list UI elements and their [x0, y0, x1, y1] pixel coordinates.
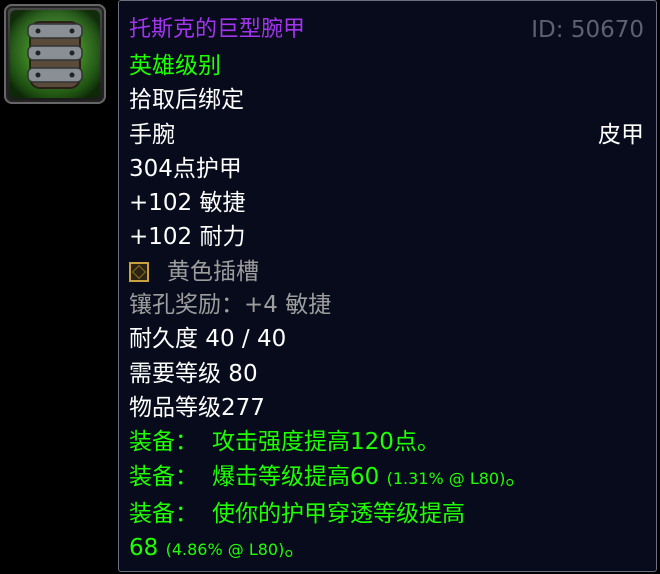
- equip-text: 爆击等级提高60: [212, 464, 380, 490]
- item-level: 物品等级277: [129, 395, 265, 421]
- equip-label: 装备：: [129, 501, 198, 527]
- equip-text: 68: [129, 535, 159, 561]
- item-binding: 拾取后绑定: [129, 87, 244, 113]
- equip-end: 。: [284, 535, 308, 561]
- tooltip-panel: 托斯克的巨型腕甲 ID: 50670 英雄级别 拾取后绑定 手腕 皮甲 304点…: [118, 0, 657, 572]
- equip-end: 。: [505, 464, 529, 490]
- item-name: 托斯克的巨型腕甲: [129, 17, 306, 42]
- armor-type: 皮甲: [598, 122, 644, 148]
- required-level: 需要等级 80: [129, 361, 258, 387]
- item-id: ID: 50670: [531, 17, 644, 43]
- bracer-icon[interactable]: [4, 4, 106, 104]
- durability: 耐久度 40 / 40: [129, 326, 287, 352]
- item-slot: 手腕: [129, 122, 175, 148]
- stat-line: +102 敏捷: [129, 190, 246, 216]
- socket-label: 黄色插槽: [167, 259, 259, 285]
- stat-line: +102 耐力: [129, 224, 246, 250]
- equip-label: 装备：: [129, 429, 198, 455]
- equip-effect: 装备： 使你的护甲穿透等级提高: [129, 499, 465, 529]
- socket-bonus: 镶孔奖励：+4 敏捷: [129, 292, 332, 318]
- yellow-socket-icon: [129, 262, 149, 282]
- socket-line: 黄色插槽: [129, 257, 259, 287]
- item-quality: 英雄级别: [129, 53, 221, 79]
- equip-detail: (1.31% @ L80): [386, 469, 506, 488]
- equip-effect-continued: 68 (4.86% @ L80)。: [129, 533, 307, 565]
- equip-effect: 装备： 攻击强度提高120点。: [129, 427, 440, 457]
- equip-text: 攻击强度提高120点。: [212, 429, 440, 455]
- equip-label: 装备：: [129, 464, 198, 490]
- equip-detail: (4.86% @ L80): [165, 540, 285, 559]
- item-tooltip-view: 托斯克的巨型腕甲 ID: 50670 英雄级别 拾取后绑定 手腕 皮甲 304点…: [0, 0, 660, 574]
- equip-effect: 装备： 爆击等级提高60 (1.31% @ L80)。: [129, 462, 528, 494]
- item-armor: 304点护甲: [129, 156, 242, 182]
- equip-text: 使你的护甲穿透等级提高: [212, 501, 465, 527]
